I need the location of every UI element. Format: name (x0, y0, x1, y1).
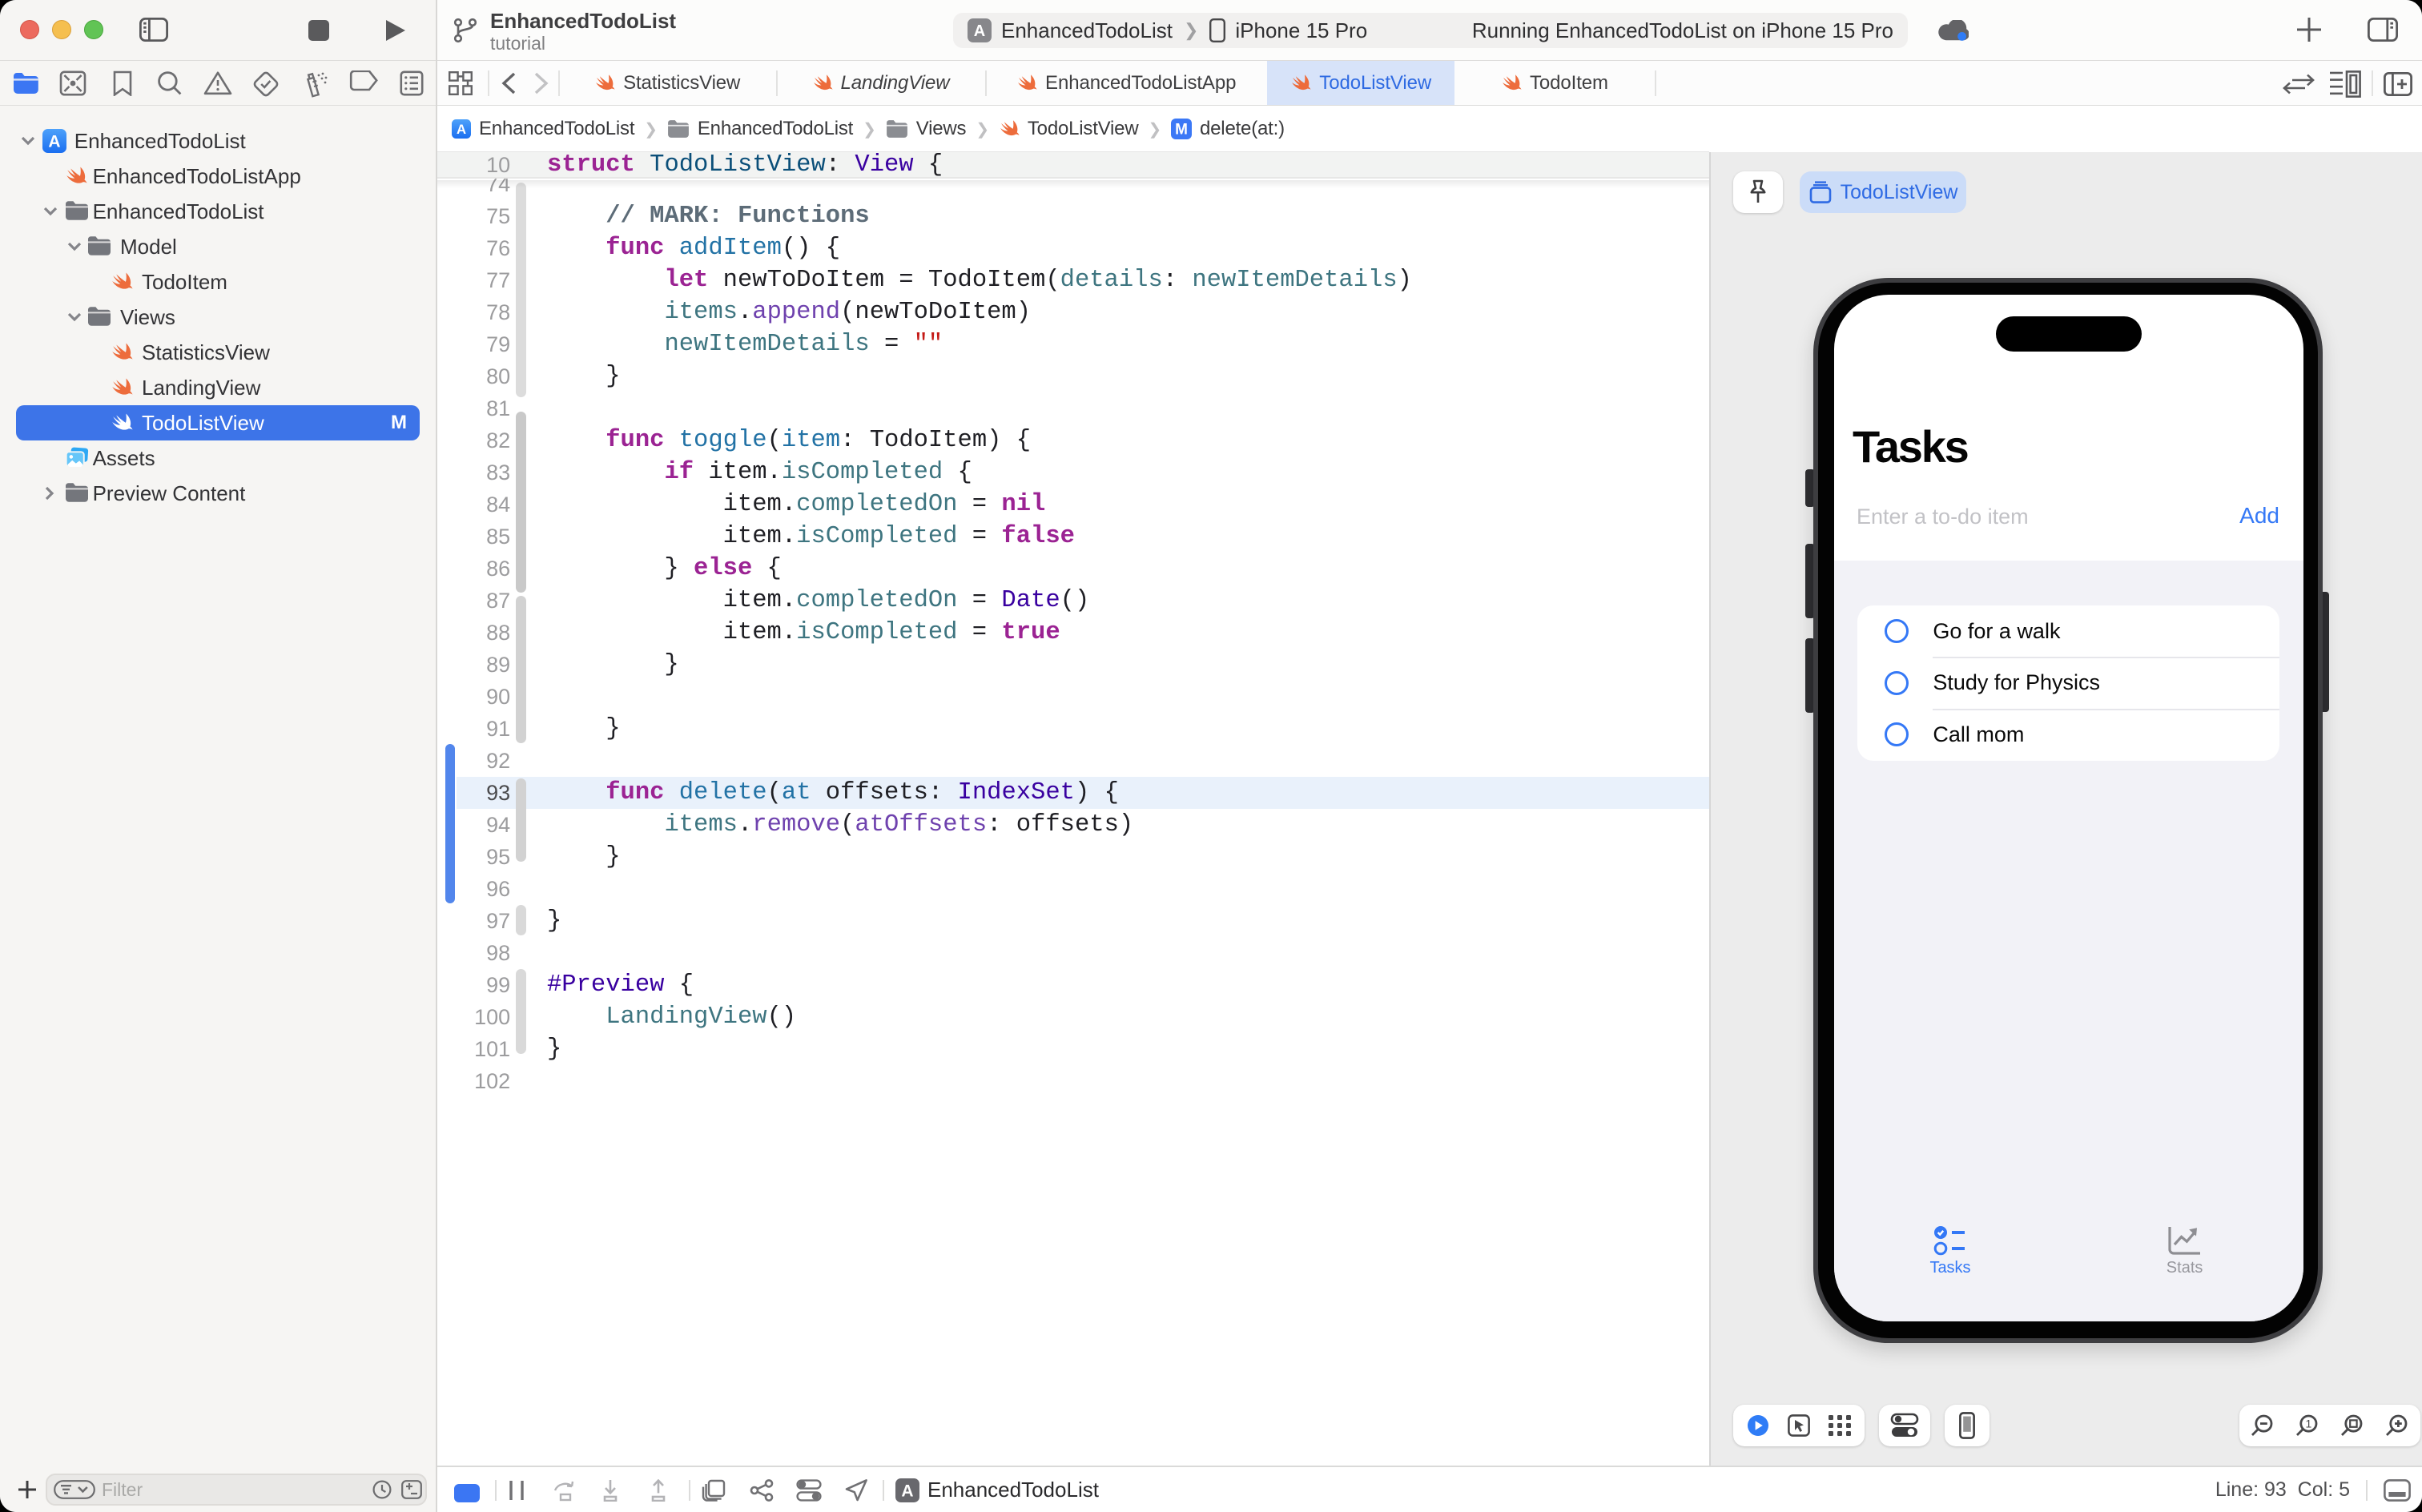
svg-text:A: A (974, 22, 985, 40)
svg-text:A: A (901, 1482, 913, 1500)
svg-text:A: A (49, 132, 61, 151)
svg-text:A: A (457, 122, 466, 137)
svg-text:1: 1 (2306, 1418, 2312, 1430)
svg-text:M: M (1175, 122, 1188, 139)
